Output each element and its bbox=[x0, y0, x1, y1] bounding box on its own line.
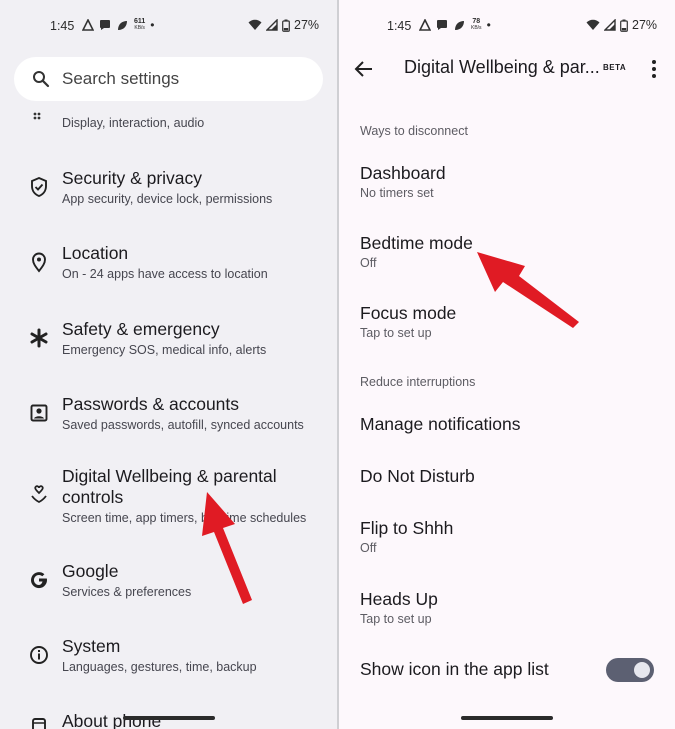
list-item-focus-mode[interactable]: Focus mode Tap to set up bbox=[360, 303, 660, 340]
list-item-subtitle: Off bbox=[360, 256, 377, 270]
settings-item-title: About phone bbox=[62, 711, 162, 729]
list-item-title: Focus mode bbox=[360, 303, 457, 323]
settings-item-digital-wellbeing[interactable]: Digital Wellbeing & parental controls Sc… bbox=[0, 465, 337, 535]
toggle-knob bbox=[634, 662, 650, 678]
search-bar[interactable]: Search settings bbox=[14, 57, 323, 101]
notification-icon bbox=[82, 19, 94, 31]
show-icon-toggle[interactable] bbox=[606, 658, 654, 682]
settings-item-google[interactable]: Google Services & preferences bbox=[0, 558, 337, 614]
page-title: Digital Wellbeing & par... bbox=[404, 57, 600, 77]
list-item-heads-up[interactable]: Heads Up Tap to set up bbox=[360, 589, 660, 626]
settings-item-subtitle: App security, device lock, permissions bbox=[62, 192, 273, 206]
net-speed: 78 KB/s bbox=[471, 18, 482, 31]
message-icon bbox=[100, 20, 110, 30]
more-options-icon[interactable] bbox=[644, 58, 664, 80]
list-item-subtitle: Tap to set up bbox=[360, 326, 432, 340]
list-item-flip-to-shhh[interactable]: Flip to Shhh Off bbox=[360, 518, 660, 555]
section-header: Ways to disconnect bbox=[360, 124, 468, 138]
status-bar: 1:45 611 KB/s • 27% bbox=[50, 18, 320, 33]
settings-item-title: Passwords & accounts bbox=[62, 394, 240, 414]
wellbeing-icon bbox=[31, 485, 47, 504]
settings-item-system[interactable]: System Languages, gestures, time, backup bbox=[0, 633, 337, 689]
section-header: Reduce interruptions bbox=[360, 375, 476, 389]
settings-item-accessibility[interactable]: Display, interaction, audio bbox=[0, 108, 337, 138]
home-indicator[interactable] bbox=[123, 716, 215, 720]
settings-item-location[interactable]: Location On - 24 apps have access to loc… bbox=[0, 240, 337, 296]
net-speed: 611 KB/s bbox=[134, 18, 146, 31]
list-item-title: Manage notifications bbox=[360, 414, 521, 434]
notification-icon bbox=[419, 19, 431, 31]
wifi-icon bbox=[248, 19, 262, 30]
location-pin-icon bbox=[32, 252, 46, 273]
settings-item-safety-emergency[interactable]: Safety & emergency Emergency SOS, medica… bbox=[0, 316, 337, 372]
phone-icon bbox=[32, 718, 46, 729]
cell-signal-icon bbox=[604, 19, 616, 31]
asterisk-icon bbox=[30, 328, 48, 348]
list-item-subtitle: Tap to set up bbox=[360, 612, 432, 626]
wifi-icon bbox=[586, 19, 600, 30]
home-indicator[interactable] bbox=[461, 716, 553, 720]
accessibility-icon bbox=[33, 112, 41, 120]
settings-panel: 1:45 611 KB/s • 27% Search settings Displ… bbox=[0, 0, 337, 729]
account-box-icon bbox=[30, 404, 48, 422]
settings-item-subtitle: Screen time, app timers, b time schedules bbox=[62, 511, 307, 525]
list-item-manage-notifications[interactable]: Manage notifications bbox=[360, 414, 660, 435]
digital-wellbeing-panel: 1:45 78 KB/s • 27% Digital Wellbeing & pa… bbox=[339, 0, 675, 729]
app-notification-icon bbox=[455, 20, 464, 30]
list-item-bedtime-mode[interactable]: Bedtime mode Off bbox=[360, 233, 660, 270]
list-item-subtitle: Off bbox=[360, 541, 377, 555]
search-placeholder: Search settings bbox=[62, 69, 180, 88]
settings-item-subtitle: On - 24 apps have access to location bbox=[62, 267, 268, 281]
battery-percent: 27% bbox=[294, 18, 320, 32]
settings-item-title: Safety & emergency bbox=[62, 319, 220, 339]
list-item-title: Bedtime mode bbox=[360, 233, 473, 253]
list-item-subtitle: No timers set bbox=[360, 186, 434, 200]
settings-item-subtitle: Emergency SOS, medical info, alerts bbox=[62, 343, 267, 357]
settings-item-subtitle: Display, interaction, audio bbox=[62, 116, 205, 130]
beta-badge: BETA bbox=[603, 63, 627, 72]
app-notification-icon bbox=[118, 20, 127, 30]
settings-item-subtitle: Services & preferences bbox=[62, 585, 192, 599]
message-icon bbox=[437, 20, 447, 30]
battery-icon bbox=[282, 19, 290, 32]
list-item-title: Do Not Disturb bbox=[360, 466, 475, 486]
settings-item-title: System bbox=[62, 636, 121, 656]
top-app-bar: Digital Wellbeing & par... BETA bbox=[339, 52, 675, 92]
status-bar: 1:45 78 KB/s • 27% bbox=[387, 18, 658, 33]
status-time: 1:45 bbox=[50, 19, 75, 33]
shield-icon bbox=[31, 176, 47, 198]
list-item-title: Dashboard bbox=[360, 163, 446, 183]
settings-item-title: Location bbox=[62, 243, 129, 263]
list-item-title: Heads Up bbox=[360, 589, 438, 609]
settings-item-security-privacy[interactable]: Security & privacy App security, device … bbox=[0, 165, 337, 221]
status-time: 1:45 bbox=[387, 19, 412, 33]
search-icon bbox=[33, 71, 50, 88]
list-item-do-not-disturb[interactable]: Do Not Disturb bbox=[360, 466, 660, 487]
back-arrow-icon[interactable] bbox=[353, 58, 375, 80]
settings-item-subtitle: Saved passwords, autofill, synced accoun… bbox=[62, 418, 304, 432]
battery-percent: 27% bbox=[632, 18, 658, 32]
cell-signal-icon bbox=[266, 19, 278, 31]
settings-item-title: Google bbox=[62, 561, 119, 581]
google-icon bbox=[31, 572, 48, 589]
settings-item-title-line2: controls bbox=[62, 487, 124, 507]
list-item-title: Flip to Shhh bbox=[360, 518, 454, 538]
settings-item-title-line1: Digital Wellbeing & parental bbox=[62, 466, 277, 486]
list-item-dashboard[interactable]: Dashboard No timers set bbox=[360, 163, 660, 200]
info-icon bbox=[30, 646, 48, 664]
settings-item-passwords-accounts[interactable]: Passwords & accounts Saved passwords, au… bbox=[0, 391, 337, 447]
settings-item-title: Security & privacy bbox=[62, 168, 203, 188]
battery-icon bbox=[620, 19, 628, 32]
settings-item-subtitle: Languages, gestures, time, backup bbox=[62, 660, 257, 674]
